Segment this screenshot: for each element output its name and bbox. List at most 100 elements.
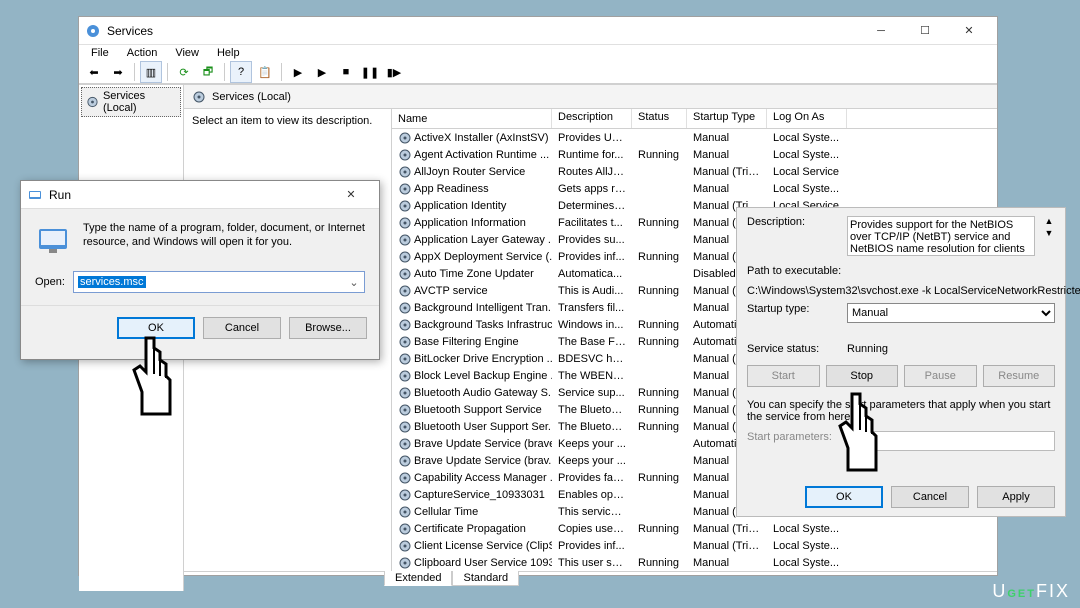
gear-icon	[398, 335, 412, 349]
gear-icon	[398, 250, 412, 264]
run-browse-button[interactable]: Browse...	[289, 317, 367, 339]
start-params-label: Start parameters:	[747, 431, 839, 443]
back-icon[interactable]: ⬅	[83, 61, 105, 83]
service-status-value: Running	[847, 343, 1055, 355]
col-description[interactable]: Description	[552, 109, 632, 128]
gear-icon	[192, 90, 206, 104]
menubar: File Action View Help	[79, 45, 997, 61]
play-icon[interactable]: ▶	[287, 61, 309, 83]
run-title: Run	[49, 188, 71, 202]
close-button[interactable]: ✕	[947, 17, 991, 45]
services-titlebar[interactable]: Services ─ ☐ ✕	[79, 17, 997, 45]
view-tabs: Extended Standard	[184, 571, 997, 591]
menu-file[interactable]: File	[83, 45, 117, 61]
props-ok-button[interactable]: OK	[805, 486, 883, 508]
gear-icon	[398, 505, 412, 519]
play2-icon[interactable]: ▶	[311, 61, 333, 83]
table-row[interactable]: ActiveX Installer (AxInstSV)Provides Us.…	[392, 129, 997, 146]
refresh-icon[interactable]: 🗗	[197, 61, 219, 83]
gear-icon	[398, 539, 412, 553]
services-app-icon	[85, 23, 101, 39]
properties-icon[interactable]: ?	[230, 61, 252, 83]
maximize-button[interactable]: ☐	[903, 17, 947, 45]
menu-help[interactable]: Help	[209, 45, 248, 61]
col-name[interactable]: Name	[392, 109, 552, 128]
tab-extended[interactable]: Extended	[384, 571, 452, 586]
path-value: C:\Windows\System32\svchost.exe -k Local…	[747, 285, 1080, 297]
description-text[interactable]: Provides support for the NetBIOS over TC…	[847, 216, 1035, 256]
col-logon[interactable]: Log On As	[767, 109, 847, 128]
gear-icon	[398, 148, 412, 162]
gear-icon	[398, 386, 412, 400]
restart-icon[interactable]: ▮▶	[383, 61, 405, 83]
props-apply-button[interactable]: Apply	[977, 486, 1055, 508]
panel-header: Services (Local)	[184, 85, 997, 109]
table-header: Name Description Status Startup Type Log…	[392, 109, 997, 129]
pause-icon[interactable]: ❚❚	[359, 61, 381, 83]
gear-icon	[398, 182, 412, 196]
gear-icon	[398, 267, 412, 281]
table-row[interactable]: Clipboard User Service 1093...This user …	[392, 554, 997, 571]
start-params-note: You can specify the start parameters tha…	[747, 399, 1055, 423]
startup-type-select[interactable]: Manual	[847, 303, 1055, 323]
start-params-input	[847, 431, 1055, 451]
scroll-up-icon[interactable]: ▲	[1043, 216, 1055, 226]
gear-icon	[398, 199, 412, 213]
gear-icon	[398, 403, 412, 417]
description-label: Description:	[747, 216, 839, 228]
run-icon	[27, 187, 43, 203]
pause-button[interactable]: Pause	[904, 365, 977, 387]
forward-icon[interactable]: ➡	[107, 61, 129, 83]
gear-icon	[398, 216, 412, 230]
gear-icon	[398, 352, 412, 366]
help-icon[interactable]: 📋	[254, 61, 276, 83]
startup-type-label: Startup type:	[747, 303, 839, 315]
gear-icon	[398, 131, 412, 145]
gear-icon	[398, 420, 412, 434]
table-row[interactable]: App ReadinessGets apps re...ManualLocal …	[392, 180, 997, 197]
gear-icon	[398, 165, 412, 179]
open-combobox[interactable]: services.msc ⌄	[73, 271, 365, 293]
gear-icon	[398, 471, 412, 485]
run-ok-button[interactable]: OK	[117, 317, 195, 339]
menu-view[interactable]: View	[167, 45, 207, 61]
export-icon[interactable]: ⟳	[173, 61, 195, 83]
gear-icon	[398, 369, 412, 383]
path-label: Path to executable:	[747, 265, 841, 277]
tree-item-services-local[interactable]: Services (Local)	[81, 87, 181, 117]
table-row[interactable]: AllJoyn Router ServiceRoutes AllJo...Man…	[392, 163, 997, 180]
table-row[interactable]: Certificate PropagationCopies user ...Ru…	[392, 520, 997, 537]
tab-standard[interactable]: Standard	[452, 571, 519, 586]
run-description: Type the name of a program, folder, docu…	[83, 221, 365, 250]
services-title: Services	[107, 24, 153, 38]
run-large-icon	[35, 221, 71, 257]
stop-icon[interactable]: ■	[335, 61, 357, 83]
run-close-button[interactable]: ✕	[329, 181, 373, 209]
chevron-down-icon[interactable]: ⌄	[346, 274, 362, 290]
service-properties-panel: Description: Provides support for the Ne…	[736, 207, 1066, 517]
gear-icon	[398, 556, 412, 570]
table-row[interactable]: Client License Service (ClipS...Provides…	[392, 537, 997, 554]
gear-icon	[398, 488, 412, 502]
gear-icon	[86, 95, 99, 109]
gear-icon	[398, 284, 412, 298]
gear-icon	[398, 301, 412, 315]
run-cancel-button[interactable]: Cancel	[203, 317, 281, 339]
start-button[interactable]: Start	[747, 365, 820, 387]
props-cancel-button[interactable]: Cancel	[891, 486, 969, 508]
watermark: UGETFIX	[992, 581, 1070, 602]
resume-button[interactable]: Resume	[983, 365, 1056, 387]
col-status[interactable]: Status	[632, 109, 687, 128]
gear-icon	[398, 437, 412, 451]
col-startup[interactable]: Startup Type	[687, 109, 767, 128]
gear-icon	[398, 454, 412, 468]
menu-action[interactable]: Action	[119, 45, 166, 61]
show-hide-tree-icon[interactable]: ▥	[140, 61, 162, 83]
run-dialog: Run ✕ Type the name of a program, folder…	[20, 180, 380, 360]
toolbar: ⬅ ➡ ▥ ⟳ 🗗 ? 📋 ▶ ▶ ■ ❚❚ ▮▶	[79, 61, 997, 84]
gear-icon	[398, 318, 412, 332]
scroll-down-icon[interactable]: ▼	[1043, 228, 1055, 238]
stop-button[interactable]: Stop	[826, 365, 899, 387]
minimize-button[interactable]: ─	[859, 17, 903, 45]
table-row[interactable]: Agent Activation Runtime ...Runtime for.…	[392, 146, 997, 163]
